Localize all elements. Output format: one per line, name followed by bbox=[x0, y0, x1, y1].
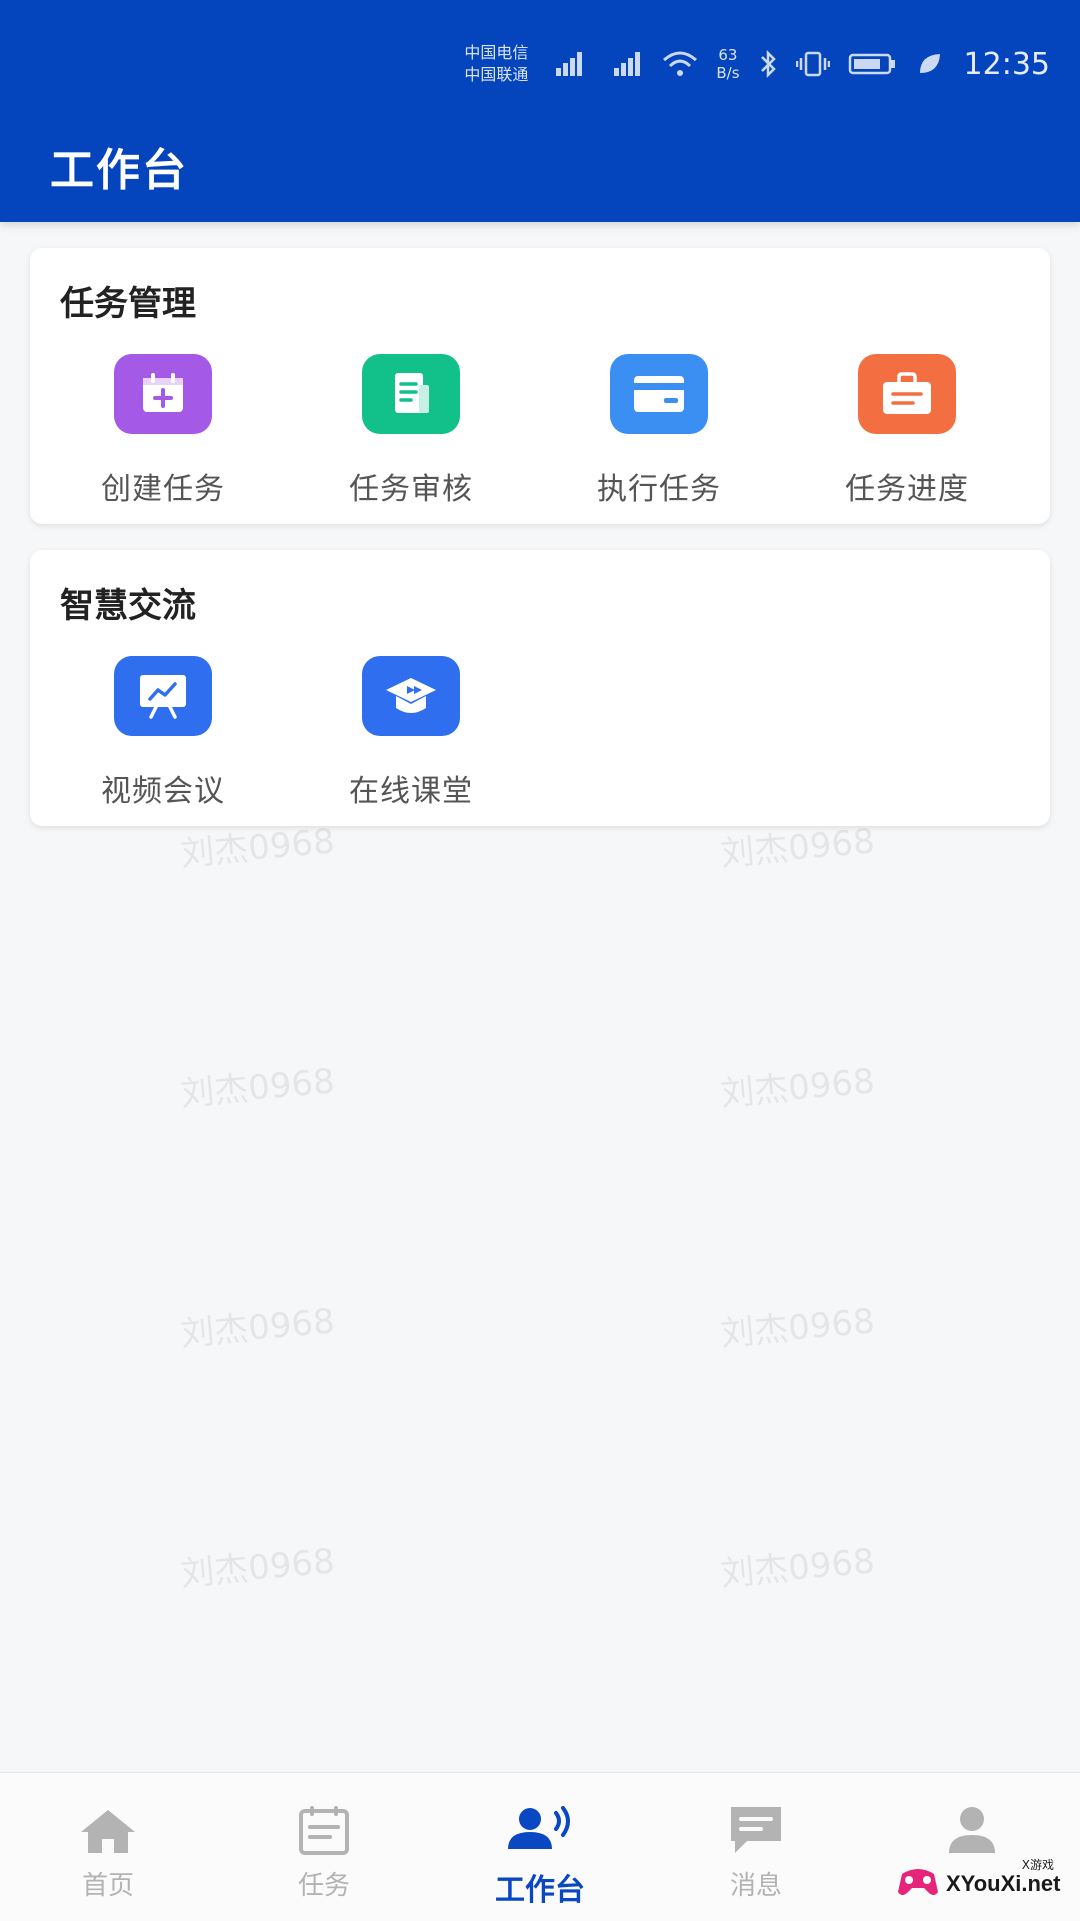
carrier-1: 中国电信 bbox=[464, 43, 529, 62]
task-review-button[interactable]: 任务审核 bbox=[278, 354, 528, 507]
presentation-icon bbox=[114, 656, 212, 736]
site-logo-small-text: X游戏 bbox=[1021, 1858, 1054, 1872]
online-classroom-button[interactable]: 在线课堂 bbox=[278, 656, 528, 809]
briefcase-icon bbox=[858, 354, 956, 434]
execute-task-button[interactable]: 执行任务 bbox=[526, 354, 776, 507]
workbench-icon bbox=[504, 1803, 576, 1855]
app-header: 中国电信 中国联通 63 B/s 12:35 工作台 bbox=[0, 0, 1080, 222]
net-speed-unit: B/s bbox=[716, 64, 740, 82]
nav-messages[interactable]: 消息 bbox=[666, 1773, 846, 1921]
execute-task-label: 执行任务 bbox=[597, 472, 721, 507]
gamepad-icon bbox=[896, 1864, 940, 1904]
task-progress-button[interactable]: 任务进度 bbox=[774, 354, 1024, 507]
video-meeting-label: 视频会议 bbox=[101, 774, 225, 809]
document-icon bbox=[362, 354, 460, 434]
nav-workbench[interactable]: 工作台 bbox=[450, 1773, 630, 1921]
net-speed-value: 63 bbox=[718, 46, 738, 64]
carrier-2: 中国联通 bbox=[464, 65, 529, 84]
watermark: 刘杰0968 bbox=[178, 1541, 337, 1595]
create-task-label: 创建任务 bbox=[101, 472, 225, 507]
net-speed: 63 B/s bbox=[716, 46, 739, 82]
nav-home[interactable]: 首页 bbox=[18, 1773, 198, 1921]
page-title: 工作台 bbox=[50, 145, 188, 196]
task-review-label: 任务审核 bbox=[349, 472, 473, 507]
card-icon bbox=[610, 354, 708, 434]
nav-messages-label: 消息 bbox=[729, 1871, 782, 1901]
home-icon bbox=[79, 1803, 137, 1855]
create-task-button[interactable]: 创建任务 bbox=[30, 354, 280, 507]
watermark: 刘杰0968 bbox=[718, 1541, 877, 1595]
wifi-icon bbox=[662, 50, 698, 78]
message-icon bbox=[727, 1803, 785, 1855]
task-management-title: 任务管理 bbox=[60, 284, 196, 324]
user-icon bbox=[946, 1803, 998, 1855]
graduation-cap-icon bbox=[362, 656, 460, 736]
status-time: 12:35 bbox=[963, 46, 1050, 82]
carrier-names: 中国电信 中国联通 bbox=[464, 42, 528, 86]
task-progress-label: 任务进度 bbox=[845, 472, 969, 507]
signal-2-icon bbox=[604, 50, 644, 78]
nav-home-label: 首页 bbox=[81, 1871, 134, 1901]
bluetooth-icon bbox=[758, 49, 778, 79]
smart-communication-card: 智慧交流 视频会议 在线课堂 bbox=[30, 550, 1050, 826]
watermark: 刘杰0968 bbox=[718, 1301, 877, 1355]
signal-1-icon bbox=[546, 50, 586, 78]
video-meeting-button[interactable]: 视频会议 bbox=[30, 656, 280, 809]
nav-tasks[interactable]: 任务 bbox=[234, 1773, 414, 1921]
site-logo-text: XYouXi.net bbox=[946, 1871, 1061, 1896]
vibrate-icon bbox=[795, 50, 830, 78]
leaf-icon bbox=[916, 51, 942, 77]
task-list-icon bbox=[298, 1803, 350, 1855]
site-logo: XYouXi.net X游戏 bbox=[896, 1852, 1072, 1916]
online-classroom-label: 在线课堂 bbox=[349, 774, 473, 809]
calendar-add-icon bbox=[114, 354, 212, 434]
nav-tasks-label: 任务 bbox=[297, 1871, 350, 1901]
battery-icon bbox=[848, 51, 898, 77]
watermark: 刘杰0968 bbox=[178, 1061, 337, 1115]
status-bar: 中国电信 中国联通 63 B/s 12:35 bbox=[464, 36, 1050, 92]
watermark: 刘杰0968 bbox=[718, 1061, 877, 1115]
task-management-card: 任务管理 创建任务 任务审核 执行任务 任务进度 bbox=[30, 248, 1050, 524]
watermark: 刘杰0968 bbox=[178, 1301, 337, 1355]
smart-communication-title: 智慧交流 bbox=[60, 586, 196, 626]
nav-workbench-label: 工作台 bbox=[495, 1873, 585, 1908]
